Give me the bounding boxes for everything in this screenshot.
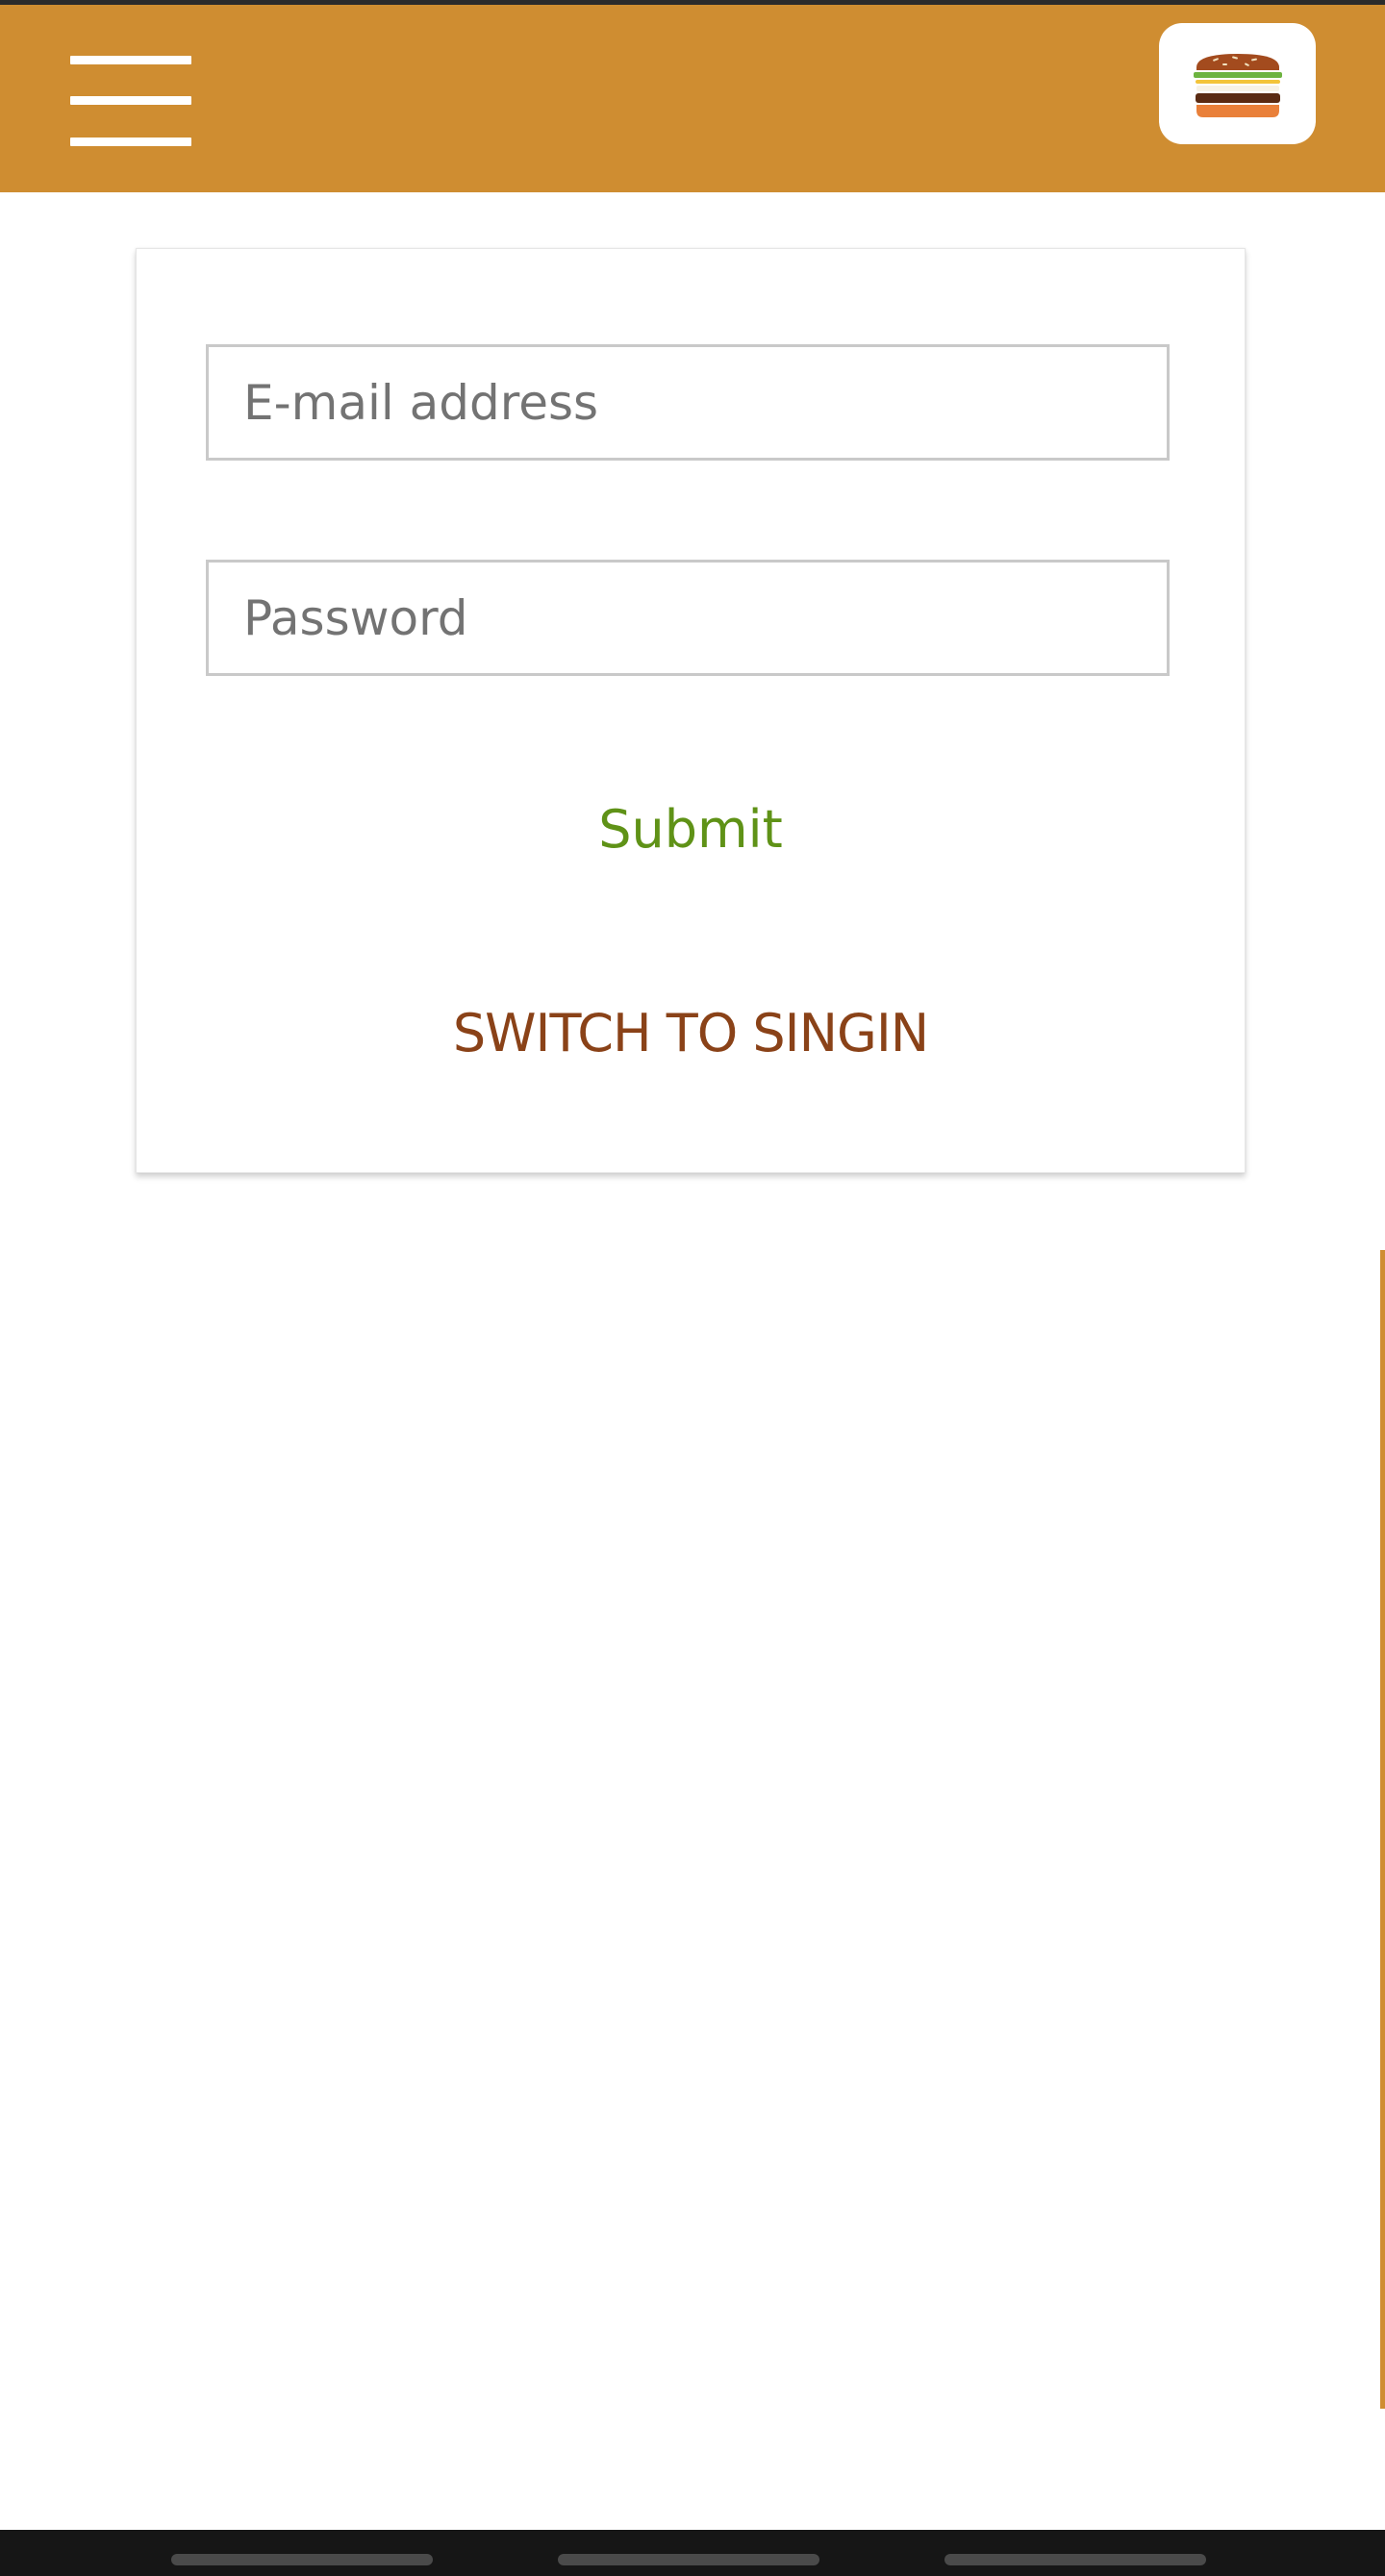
logo-button[interactable] — [1159, 23, 1316, 144]
email-input[interactable] — [206, 344, 1170, 461]
menu-bar — [70, 56, 191, 64]
submit-button[interactable]: Submit — [498, 786, 883, 872]
scroll-indicator — [1380, 1250, 1385, 2409]
password-input[interactable] — [206, 560, 1170, 676]
nav-handle[interactable] — [558, 2554, 819, 2565]
nav-handle[interactable] — [944, 2554, 1206, 2565]
menu-button[interactable] — [67, 53, 192, 149]
system-navigation-bar — [0, 2530, 1385, 2576]
login-card: Submit SWITCH TO SINGIN — [136, 248, 1246, 1173]
burger-logo-icon — [1194, 54, 1282, 117]
menu-bar — [70, 96, 191, 105]
menu-bar — [70, 138, 191, 146]
app-header — [0, 5, 1385, 192]
nav-handle[interactable] — [171, 2554, 433, 2565]
switch-to-signin-button[interactable]: SWITCH TO SINGIN — [354, 989, 1027, 1076]
